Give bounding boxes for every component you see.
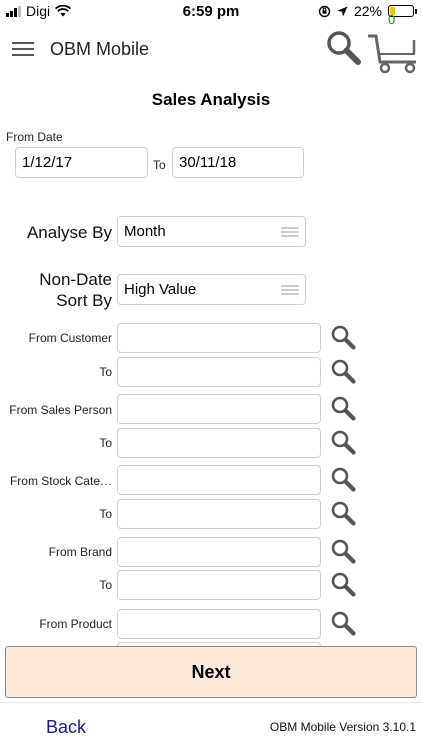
range-label-from-stock-category: From Stock Cate…	[9, 474, 112, 488]
dropdown-lines-icon	[281, 282, 299, 297]
search-icon[interactable]	[330, 571, 356, 597]
next-button[interactable]: Next	[5, 646, 417, 698]
search-icon[interactable]	[330, 610, 356, 636]
sort-by-label-line1: Non-Date	[39, 270, 112, 289]
to-date-field[interactable]: 30/11/18	[172, 147, 304, 178]
version-label: OBM Mobile Version 3.10.1	[269, 720, 416, 734]
range-label-from-sales-person: From Sales Person	[9, 403, 112, 417]
hamburger-menu-icon[interactable]	[12, 42, 34, 56]
search-icon[interactable]	[330, 538, 356, 564]
range-input-from-customer[interactable]	[117, 323, 321, 353]
search-icon[interactable]	[330, 466, 356, 492]
sort-by-label-line2: Sort By	[56, 291, 112, 310]
dropdown-lines-icon	[281, 224, 299, 239]
analyse-by-value: Month	[124, 223, 166, 240]
search-icon[interactable]	[330, 358, 356, 384]
cart-icon[interactable]	[366, 28, 420, 74]
search-icon[interactable]	[330, 324, 356, 350]
from-date-label: From Date	[6, 130, 63, 144]
back-link[interactable]: Back	[46, 717, 86, 738]
range-label-to-brand: To	[99, 578, 112, 592]
search-icon[interactable]	[330, 395, 356, 421]
search-icon[interactable]	[330, 500, 356, 526]
range-label-from-product: From Product	[39, 617, 112, 631]
range-input-from-sales-person[interactable]	[117, 394, 321, 424]
range-label-from-brand: From Brand	[48, 545, 112, 559]
range-input-to-brand[interactable]	[117, 570, 321, 600]
range-input-from-stock-category[interactable]	[117, 465, 321, 495]
battery-percent: 22%	[353, 3, 382, 19]
range-label-to-sales-person: To	[99, 436, 112, 450]
analyse-by-label: Analyse By	[26, 223, 112, 242]
range-input-from-product[interactable]	[117, 609, 321, 639]
app-header: OBM Mobile	[0, 22, 422, 78]
sort-by-value: High Value	[124, 281, 197, 298]
range-input-to-sales-person[interactable]	[117, 428, 321, 458]
footer: Back OBM Mobile Version 3.10.1	[0, 702, 422, 750]
range-input-to-stock-category[interactable]	[117, 499, 321, 529]
range-label-from-customer: From Customer	[28, 331, 112, 345]
page-title: Sales Analysis	[151, 90, 271, 109]
cart-count: 0	[388, 12, 396, 27]
range-input-to-customer[interactable]	[117, 357, 321, 387]
app-title: OBM Mobile	[50, 39, 150, 59]
status-bar: Digi 6:59 pm 22%	[0, 0, 422, 22]
location-icon	[337, 6, 348, 16]
sort-by-select[interactable]: High Value	[117, 274, 306, 305]
rotation-lock-icon	[318, 5, 331, 17]
status-right: 22%	[318, 3, 417, 19]
analyse-by-select[interactable]: Month	[117, 216, 306, 247]
range-label-to-stock-category: To	[99, 507, 112, 521]
to-date-label: To	[153, 158, 166, 172]
sort-by-label: Non-Date Sort By	[0, 269, 112, 311]
from-date-field[interactable]: 1/12/17	[15, 147, 148, 178]
search-icon[interactable]	[330, 429, 356, 455]
range-label-to-customer: To	[99, 365, 112, 379]
range-input-from-brand[interactable]	[117, 537, 321, 567]
search-icon[interactable]	[324, 28, 362, 66]
